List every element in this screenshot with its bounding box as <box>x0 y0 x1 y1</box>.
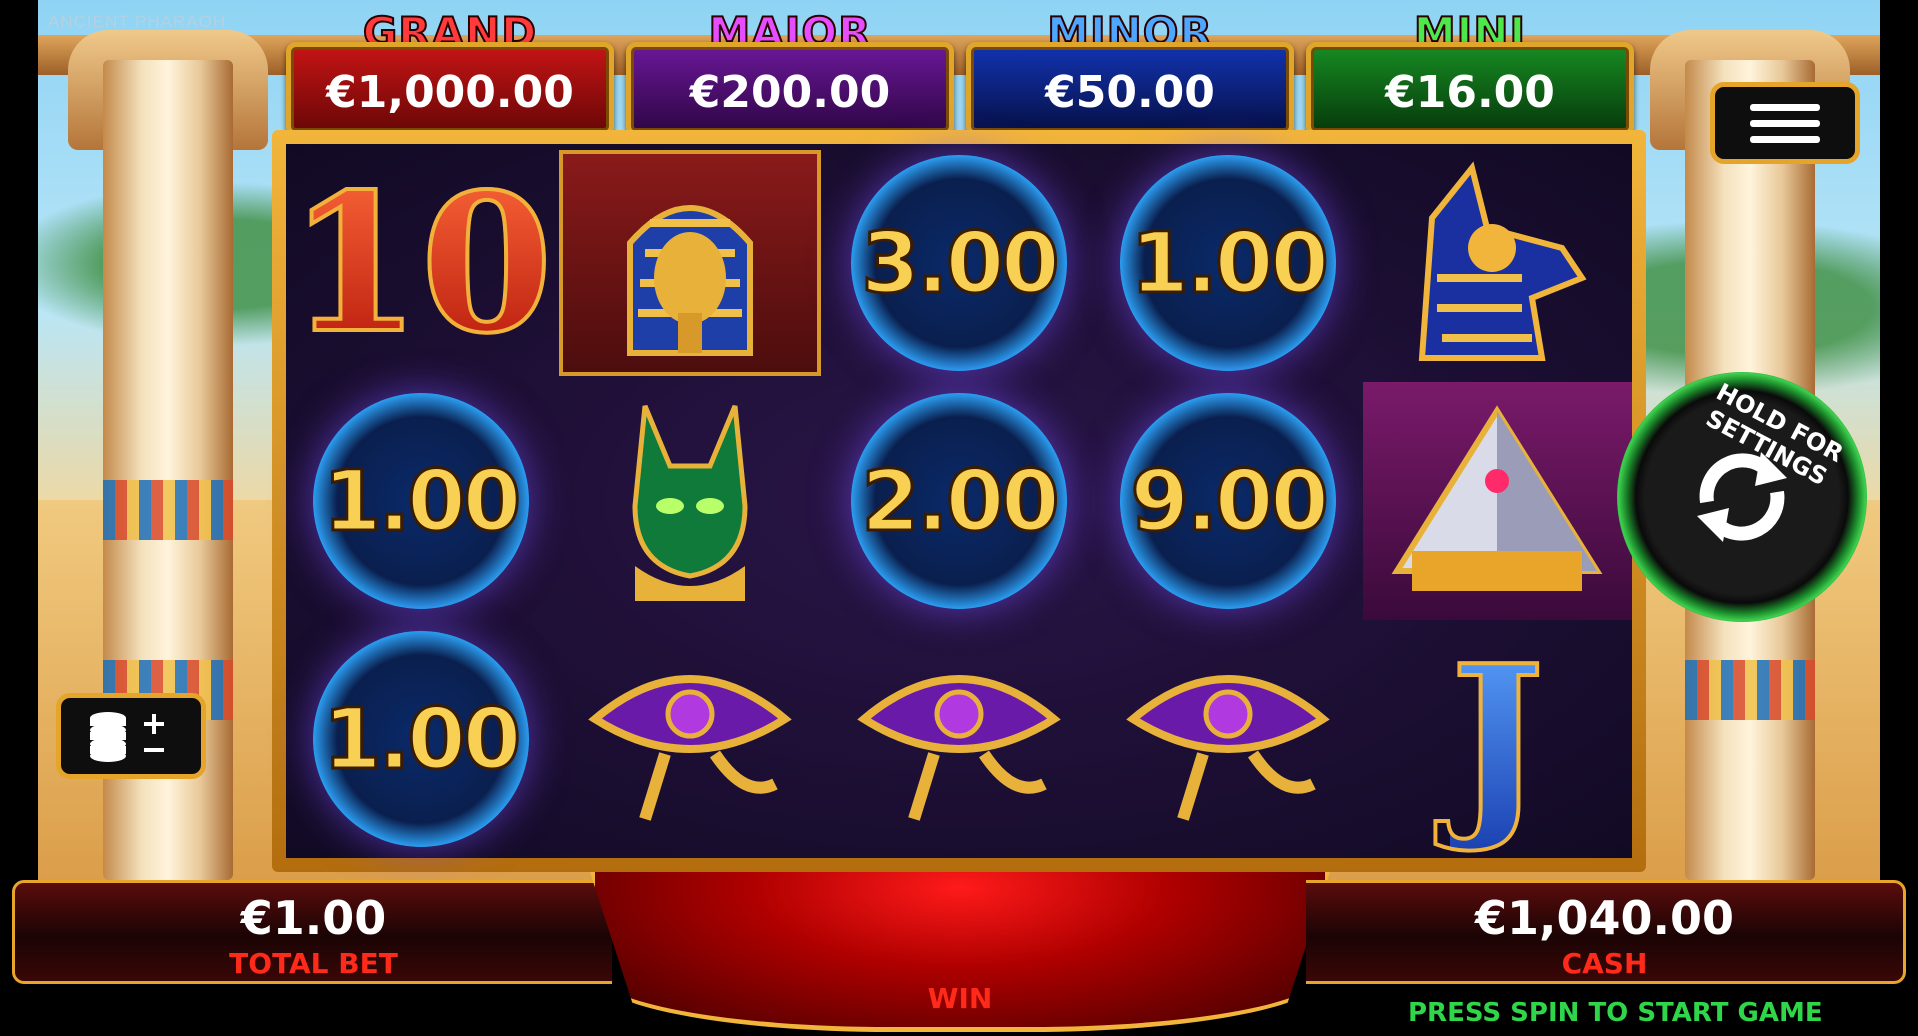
pyramid-icon <box>1391 405 1603 591</box>
pharaoh-mask-icon <box>558 150 821 376</box>
reel-cell <box>1362 382 1632 620</box>
reel-cell: J <box>1363 620 1632 859</box>
jackpot-value: €200.00 <box>689 66 891 118</box>
reel-cell <box>1363 144 1632 382</box>
menu-button[interactable] <box>1710 82 1860 164</box>
total-bet-panel: €1.00 TOTAL BET <box>12 880 612 984</box>
orb-value: 3.00 <box>860 213 1061 314</box>
cash-panel: €1,040.00 CASH <box>1306 880 1906 984</box>
cat-bastet-icon <box>632 405 748 601</box>
pillar-band <box>103 480 233 540</box>
cash-orb: 2.00 <box>850 393 1067 609</box>
reel-cell <box>1094 620 1363 858</box>
eye-of-horus-icon <box>857 675 1061 821</box>
reel-cell: 10 <box>286 144 555 382</box>
reel-cell: 1.00 <box>1094 144 1363 382</box>
win-panel: WIN <box>590 872 1330 1032</box>
hamburger-menu-icon <box>1750 135 1820 143</box>
jackpot-value: €16.00 <box>1385 66 1555 118</box>
cash-orb: 3.00 <box>850 155 1067 371</box>
reel-cell <box>555 620 824 858</box>
symbol-jack: J <box>1448 620 1547 859</box>
hamburger-menu-icon <box>1750 119 1820 127</box>
eye-of-horus-icon <box>588 675 792 821</box>
orb-value: 1.00 <box>321 451 522 552</box>
cash-orb: 1.00 <box>312 393 529 609</box>
status-message: PRESS SPIN TO START GAME <box>1408 998 1823 1028</box>
cash-label: CASH <box>1561 947 1648 980</box>
spin-button[interactable]: HOLD FOR SETTINGS <box>1617 372 1867 622</box>
symbol-ten: 10 <box>286 150 554 377</box>
jackpot-box: €16.00 <box>1306 42 1634 136</box>
reel-cell <box>555 144 824 382</box>
total-bet-label: TOTAL BET <box>229 947 398 980</box>
win-label: WIN <box>927 982 993 1015</box>
reel-cell <box>555 382 824 620</box>
reel-cell: 1.00 <box>286 382 555 620</box>
reel-cell <box>824 620 1093 858</box>
jackpot-grand: GRAND €1,000.00 <box>286 7 614 136</box>
jackpot-value: €50.00 <box>1045 66 1215 118</box>
jackpot-box: €200.00 <box>626 42 954 136</box>
reel-cell: 3.00 <box>824 144 1093 382</box>
total-bet-value: €1.00 <box>240 891 387 945</box>
coins-plus-minus-icon <box>90 712 164 762</box>
jackpot-major: MAJOR €200.00 <box>626 7 954 136</box>
cash-orb: 1.00 <box>1120 155 1337 371</box>
orb-value: 1.00 <box>321 689 522 790</box>
bottom-bar: €1.00 TOTAL BET WIN €1,040.00 CASH PRESS… <box>0 872 1918 1036</box>
cash-value: €1,040.00 <box>1475 891 1734 945</box>
orb-value: 2.00 <box>860 451 1061 552</box>
orb-value: 9.00 <box>1129 451 1330 552</box>
jackpot-box: €50.00 <box>966 42 1294 136</box>
reel-cell: 1.00 <box>286 620 555 858</box>
reel-grid: 10 3.00 1.00 1.00 2.00 9.00 1.00 J <box>286 144 1632 859</box>
anubis-icon <box>1419 161 1587 361</box>
reels-frame: 10 3.00 1.00 1.00 2.00 9.00 1.00 J <box>272 130 1646 872</box>
jackpot-box: €1,000.00 <box>286 42 614 136</box>
cash-orb: 9.00 <box>1120 393 1337 609</box>
hamburger-menu-icon <box>1750 103 1820 111</box>
jackpot-minor: MINOR €50.00 <box>966 7 1294 136</box>
jackpot-mini: MINI €16.00 <box>1306 7 1634 136</box>
game-title: ANCIENT PHARAOH <box>48 12 227 31</box>
orb-value: 1.00 <box>1129 213 1330 314</box>
cash-orb: 1.00 <box>312 631 529 847</box>
reel-cell: 9.00 <box>1094 382 1363 620</box>
eye-of-horus-icon <box>1126 675 1330 821</box>
pillar-band <box>1685 660 1815 720</box>
reel-cell: 2.00 <box>824 382 1093 620</box>
jackpot-value: €1,000.00 <box>326 66 574 118</box>
bet-adjust-button[interactable] <box>56 693 206 779</box>
